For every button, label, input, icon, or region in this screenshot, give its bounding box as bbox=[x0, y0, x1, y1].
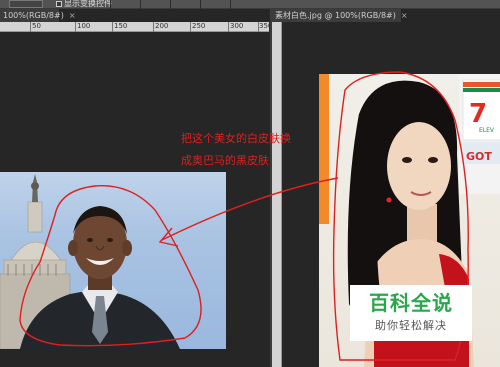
horizontal-ruler: 50 100 150 200 250 300 350 bbox=[0, 22, 272, 32]
options-separator bbox=[110, 0, 111, 9]
tool-preset-dropdown[interactable] bbox=[9, 0, 43, 8]
close-icon[interactable]: × bbox=[69, 11, 76, 20]
left-document-window: 100%(RGB/8#) × 50 100 150 200 250 300 350 bbox=[0, 9, 272, 367]
store-sign-numeral: 7 bbox=[469, 99, 487, 129]
right-document-tab-title: 素材白色.jpg @ 100%(RGB/8#) bbox=[275, 11, 396, 20]
show-transform-controls-checkbox[interactable] bbox=[56, 1, 62, 7]
ruler-tick bbox=[190, 22, 191, 32]
store-sign-text: ELEV bbox=[479, 127, 495, 134]
show-transform-controls-label: 显示变换控件 bbox=[64, 0, 112, 8]
options-separator bbox=[230, 0, 231, 9]
watermark-title: 百科全说 bbox=[369, 291, 453, 315]
annotation-line: 把这个美女的白皮肤换 bbox=[181, 132, 291, 145]
close-icon[interactable]: × bbox=[401, 11, 408, 20]
ruler-label: 300 bbox=[230, 22, 244, 30]
ruler-tick bbox=[75, 22, 76, 32]
ruler-tick bbox=[30, 22, 31, 32]
options-bar: 显示变换控件 bbox=[0, 0, 500, 9]
options-separator bbox=[200, 0, 201, 9]
portrait-photo-man bbox=[0, 172, 226, 349]
ruler-tick bbox=[112, 22, 113, 32]
ruler-tick bbox=[228, 22, 229, 32]
ruler-label: 150 bbox=[114, 22, 128, 30]
right-document-tab[interactable]: 素材白色.jpg @ 100%(RGB/8#) × bbox=[272, 9, 408, 22]
portrait-illustration bbox=[0, 174, 180, 349]
options-separator bbox=[140, 0, 141, 9]
ruler-label: 100 bbox=[77, 22, 91, 30]
left-document-tab[interactable]: 100%(RGB/8#) × bbox=[0, 9, 76, 22]
watermark-badge: 百科全说 助你轻松解决 bbox=[350, 285, 472, 341]
annotation-line: 成奥巴马的黑皮肤 bbox=[181, 154, 269, 167]
options-separator bbox=[170, 0, 171, 9]
ruler-label: 200 bbox=[155, 22, 169, 30]
left-document-tab-title: 100%(RGB/8#) bbox=[3, 11, 64, 20]
annotation-note: 把这个美女的白皮肤换 成奥巴马的黑皮肤 bbox=[181, 128, 291, 172]
ruler-tick bbox=[153, 22, 154, 32]
ruler-label: 250 bbox=[192, 22, 206, 30]
vertical-ruler bbox=[272, 22, 282, 367]
watermark-subtitle: 助你轻松解决 bbox=[375, 319, 447, 332]
ruler-label: 50 bbox=[32, 22, 41, 30]
store-sign-text: GOT bbox=[466, 150, 492, 163]
photoshop-workspace: 显示变换控件 100%(RGB/8#) × 50 100 150 200 250 … bbox=[0, 0, 500, 367]
